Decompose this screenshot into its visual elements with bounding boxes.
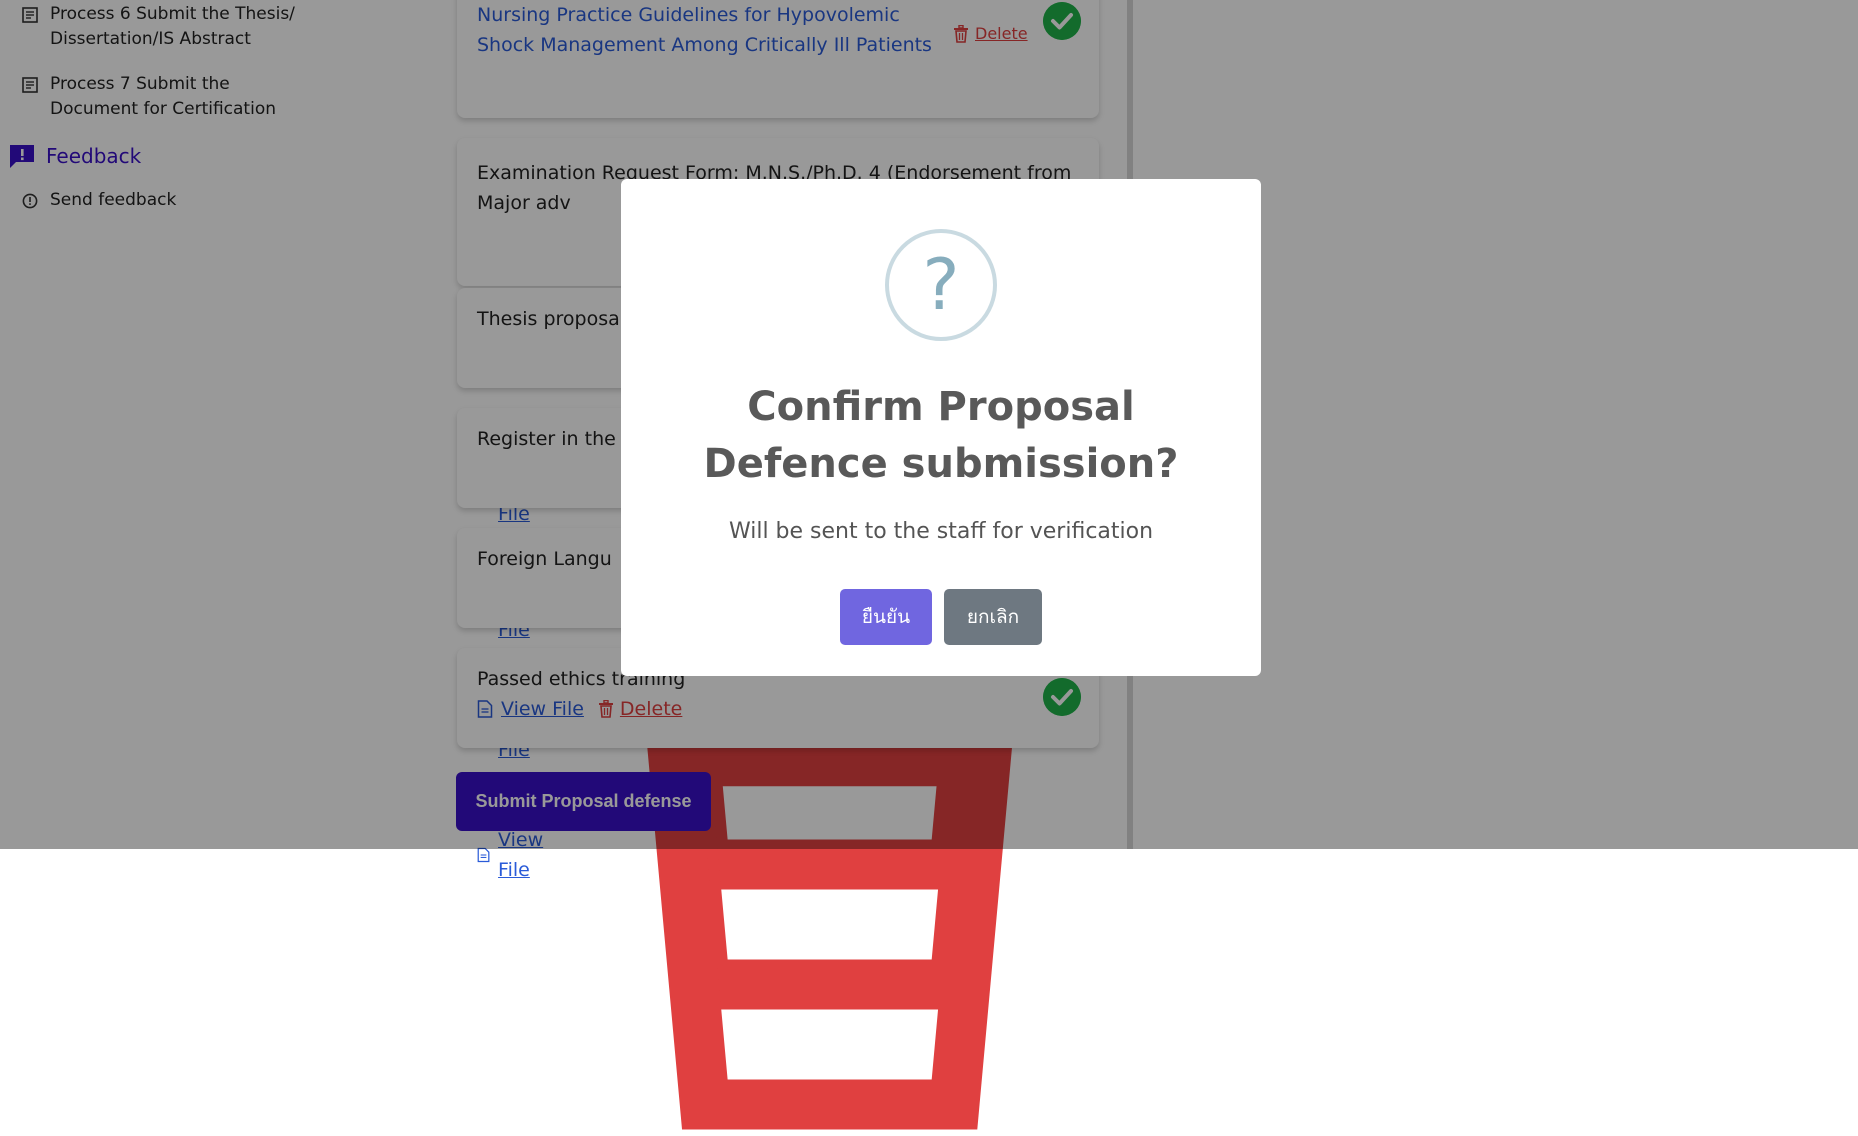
dialog-message: Will be sent to the staff for verificati… [728,519,1154,544]
confirm-button[interactable]: ยืนยัน [840,589,932,645]
dialog-title: Confirm Proposal Defence submission? [703,384,1179,487]
question-icon: ? [885,229,997,341]
confirm-dialog: ? Confirm Proposal Defence submission? W… [621,179,1261,676]
cancel-button[interactable]: ยกเลิก [944,589,1042,645]
dialog-actions: ยืนยัน ยกเลิก [621,589,1261,645]
